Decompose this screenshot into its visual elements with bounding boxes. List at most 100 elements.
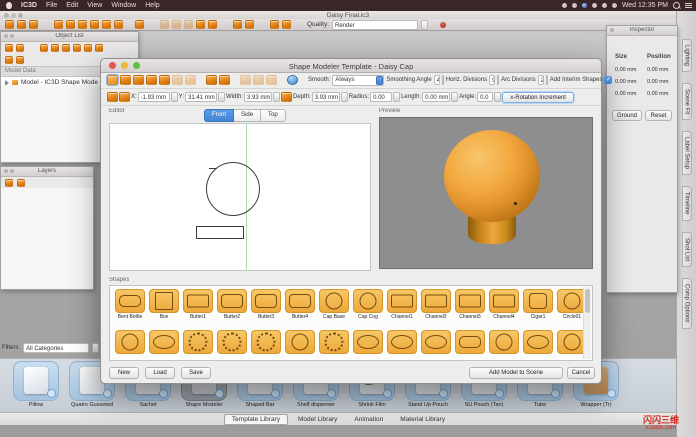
node-select-icon[interactable] [120,75,131,85]
angle-field[interactable]: 0.0 [477,92,493,102]
spotlight-search-icon[interactable] [673,2,680,9]
duplicate-object-icon[interactable] [16,44,24,52]
shape-tile[interactable] [521,330,555,354]
menu-app[interactable]: IC3D [21,2,37,9]
horiz-divisions-field[interactable]: 90 [489,75,495,85]
profile-handle[interactable] [209,168,217,169]
apple-icon[interactable] [6,2,12,9]
side-tab-timeline[interactable]: Timeline [682,186,692,220]
shape-tile[interactable]: Bent Bottle [113,289,147,320]
ai-text-tool-icon[interactable] [196,20,205,29]
width-stepper[interactable] [273,92,280,102]
bluetooth-icon[interactable] [592,3,597,8]
ground-button[interactable]: Ground [612,110,642,121]
delete-point-icon[interactable] [159,75,170,85]
group-objects-icon[interactable] [40,44,48,52]
redo-edit-icon[interactable] [185,75,196,85]
record-button[interactable] [440,22,446,28]
align-objects-icon[interactable] [62,44,70,52]
rotation-increment-button[interactable]: x-Rotation Increment [502,92,574,103]
shapes-scrollbar[interactable] [583,287,591,359]
add-shape-icon[interactable] [206,75,217,85]
menu-file[interactable]: File [46,2,57,9]
status-icon-1[interactable] [562,3,567,8]
filters-stepper[interactable] [92,343,99,353]
library-thumb-pillow[interactable] [13,361,59,401]
edit-pencil-icon[interactable] [281,92,292,102]
tab-template-library[interactable]: Template Library [224,414,288,425]
ungroup-objects-icon[interactable] [51,44,59,52]
smooth-select-arrow-icon[interactable] [376,76,383,85]
side-tab-lighting[interactable]: Lighting [682,39,692,72]
folder-icon[interactable] [5,56,13,64]
lock-object-icon[interactable] [84,44,92,52]
eyedropper-tool-icon[interactable] [78,20,87,29]
camera-tool-icon[interactable] [245,20,254,29]
smoothing-angle-field[interactable]: 43.3 [434,75,440,85]
y-stepper[interactable] [218,92,225,102]
arc-icon[interactable] [253,75,264,85]
distribute-objects-icon[interactable] [73,44,81,52]
pencil-icon[interactable] [266,75,277,85]
shape-tile[interactable]: Cap Base [317,289,351,320]
arc-divisions-stepper[interactable] [546,75,548,85]
dialog-titlebar[interactable]: Shape Modeler Template - Daisy Cap [101,59,601,73]
shape-tile[interactable] [113,330,147,354]
shape-tile[interactable] [419,330,453,354]
shape-tile[interactable]: Channel4 [487,289,521,320]
profile-editor-canvas[interactable] [109,123,371,271]
shape-tile[interactable]: Butter1 [181,289,215,320]
shape-tile[interactable]: Cap Cog [351,289,385,320]
shape-tile[interactable] [453,330,487,354]
open-file-icon[interactable] [17,20,26,29]
add-point-plus-icon[interactable] [119,92,130,102]
shape-tile[interactable] [385,330,419,354]
radius-stepper[interactable] [393,92,400,102]
menu-edit[interactable]: Edit [66,2,78,9]
move-tool-icon[interactable] [90,20,99,29]
shape-mode-icon[interactable] [107,92,118,102]
tab-material-library[interactable]: Material Library [393,415,452,424]
shape-tile[interactable] [317,330,351,354]
horiz-divisions-stepper[interactable] [497,75,499,85]
reset-button[interactable]: Reset [645,110,672,121]
lights-tool-icon[interactable] [184,20,193,29]
menu-window[interactable]: Window [111,2,136,9]
stamp-shape-icon[interactable] [219,75,230,85]
shape-tile[interactable] [351,330,385,354]
delete-layer-icon[interactable] [17,179,25,187]
profile-rect[interactable] [196,226,244,239]
shape-tile[interactable] [215,330,249,354]
save-button[interactable]: Save [181,367,211,379]
material-tool-icon[interactable] [172,20,181,29]
shape-tile[interactable]: Channel2 [419,289,453,320]
quality-select[interactable]: Render [332,20,418,30]
smoothing-angle-stepper[interactable] [442,75,444,85]
menu-clock[interactable]: Wed 12:35 PM [622,2,668,9]
undo-icon[interactable] [270,20,279,29]
side-tab-scene-fit[interactable]: Scene Fit [682,83,692,120]
zoom-tool-icon[interactable] [66,20,75,29]
siri-icon[interactable] [582,3,587,8]
shape-tile[interactable]: Box [147,289,181,320]
shape-tile[interactable] [249,330,283,354]
width-field[interactable]: 3.93 mm [244,92,272,102]
add-object-icon[interactable] [5,44,13,52]
add-layer-icon[interactable] [5,179,13,187]
x-field[interactable]: -1.93 mm [138,92,170,102]
move-point-icon[interactable] [146,75,157,85]
depth-field[interactable]: 3.93 mm [312,92,340,102]
new-button[interactable]: New [109,367,139,379]
boolean-tool-icon[interactable] [160,20,169,29]
select-tool-icon[interactable] [54,20,63,29]
redo-icon[interactable] [282,20,291,29]
new-file-icon[interactable] [5,20,14,29]
notification-center-icon[interactable] [685,3,692,8]
hide-object-icon[interactable] [95,44,103,52]
tab-model-library[interactable]: Model Library [291,415,344,424]
length-field[interactable]: 0.00 mm [422,92,450,102]
shape-tile[interactable]: Butter4 [283,289,317,320]
save-icon[interactable] [29,20,38,29]
shape-tile[interactable]: Channel3 [453,289,487,320]
hand-tool-icon[interactable] [208,20,217,29]
